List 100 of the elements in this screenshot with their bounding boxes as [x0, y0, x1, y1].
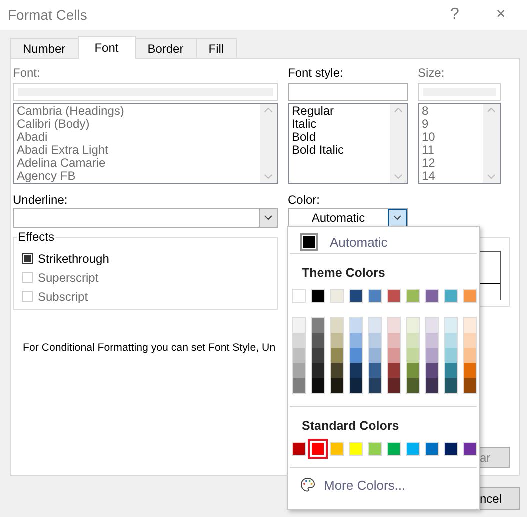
color-swatch[interactable] [350, 378, 362, 393]
color-dropdown[interactable]: Automatic [288, 208, 408, 228]
close-button[interactable]: × [483, 6, 519, 24]
color-swatch[interactable] [464, 348, 476, 363]
color-swatch[interactable] [292, 289, 306, 303]
color-swatch[interactable] [463, 289, 477, 303]
color-swatch[interactable] [369, 318, 381, 333]
color-swatch[interactable] [330, 289, 344, 303]
color-swatch[interactable] [368, 289, 382, 303]
tab[interactable]: Fill [196, 38, 238, 58]
color-swatch[interactable] [387, 289, 401, 303]
color-swatch[interactable] [388, 333, 400, 348]
color-swatch[interactable] [331, 348, 343, 363]
checkbox-label: Subscript [38, 290, 88, 304]
color-swatch[interactable] [444, 442, 458, 456]
color-swatch[interactable] [369, 363, 381, 378]
color-swatch[interactable] [407, 378, 419, 393]
color-swatch[interactable] [350, 348, 362, 363]
color-swatch[interactable] [426, 378, 438, 393]
color-swatch[interactable] [387, 442, 401, 456]
clear-button[interactable]: ar [480, 447, 510, 468]
color-swatch[interactable] [369, 333, 381, 348]
color-swatch[interactable] [293, 333, 305, 348]
color-swatch[interactable] [426, 318, 438, 333]
checkbox-label: Superscript [38, 270, 99, 284]
color-swatch[interactable] [331, 378, 343, 393]
scroll-up-icon [264, 107, 273, 113]
color-swatch[interactable] [407, 333, 419, 348]
checkbox-label: Strikethrough [38, 252, 110, 266]
color-swatch[interactable] [312, 378, 324, 393]
color-swatch[interactable] [312, 348, 324, 363]
color-swatch[interactable] [350, 333, 362, 348]
color-swatch[interactable] [330, 442, 344, 456]
list-item[interactable]: Regular [292, 105, 387, 118]
color-swatch[interactable] [350, 363, 362, 378]
color-swatch[interactable] [406, 442, 420, 456]
chevron-down-icon [264, 215, 273, 221]
tab[interactable]: Font [78, 36, 136, 59]
color-swatch[interactable] [445, 318, 457, 333]
color-swatch[interactable] [369, 378, 381, 393]
color-swatch[interactable] [407, 363, 419, 378]
cancel-button[interactable]: ncel [480, 487, 520, 510]
color-swatch[interactable] [445, 363, 457, 378]
color-swatch[interactable] [388, 348, 400, 363]
color-swatch[interactable] [349, 289, 363, 303]
color-swatch[interactable] [293, 378, 305, 393]
info-text: For Conditional Formatting you can set Font Style, Un [23, 342, 276, 354]
color-swatch[interactable] [464, 363, 476, 378]
scroll-up-icon [394, 107, 403, 113]
list-box[interactable]: Regular Italic Bold Bold Italic [288, 103, 408, 184]
scrollbar[interactable] [390, 104, 407, 183]
color-swatch[interactable] [445, 333, 457, 348]
checkbox[interactable] [22, 253, 33, 264]
text-field[interactable] [288, 83, 408, 101]
color-swatch[interactable] [464, 378, 476, 393]
tab[interactable]: Number [10, 38, 79, 58]
automatic-option[interactable]: Automatic [288, 227, 479, 249]
color-swatch[interactable] [463, 442, 477, 456]
color-swatch[interactable] [312, 363, 324, 378]
color-swatch[interactable] [425, 289, 439, 303]
color-swatch[interactable] [388, 318, 400, 333]
field-label: Font: [13, 66, 42, 81]
color-swatch[interactable] [293, 363, 305, 378]
color-swatch[interactable] [331, 333, 343, 348]
color-swatch[interactable] [445, 378, 457, 393]
scroll-down-icon [394, 174, 403, 180]
list-item[interactable]: Italic [292, 118, 387, 131]
list-item[interactable]: Bold [292, 131, 387, 144]
color-swatch[interactable] [331, 318, 343, 333]
color-swatch[interactable] [426, 333, 438, 348]
more-colors-option[interactable]: More Colors... [288, 468, 479, 493]
color-swatch[interactable] [464, 333, 476, 348]
color-swatch[interactable] [368, 442, 382, 456]
color-swatch[interactable] [426, 363, 438, 378]
color-swatch[interactable] [425, 442, 439, 456]
color-swatch[interactable] [312, 318, 324, 333]
color-swatch[interactable] [311, 289, 325, 303]
color-swatch[interactable] [349, 442, 363, 456]
help-button[interactable]: ? [437, 6, 473, 24]
color-swatch[interactable] [388, 363, 400, 378]
color-swatch[interactable] [426, 348, 438, 363]
color-swatch[interactable] [292, 442, 306, 456]
color-swatch[interactable] [369, 348, 381, 363]
section-title: Theme Colors [302, 266, 386, 280]
color-swatch[interactable] [407, 348, 419, 363]
field-label: Color: [288, 193, 322, 208]
color-swatch[interactable] [464, 318, 476, 333]
color-swatch[interactable] [331, 363, 343, 378]
color-swatch[interactable] [444, 289, 458, 303]
color-swatch[interactable] [445, 348, 457, 363]
color-swatch[interactable] [406, 289, 420, 303]
color-swatch[interactable] [312, 333, 324, 348]
underline-dropdown[interactable] [13, 208, 278, 228]
color-swatch[interactable] [350, 318, 362, 333]
color-swatch[interactable] [293, 318, 305, 333]
color-swatch[interactable] [407, 318, 419, 333]
color-swatch[interactable] [388, 378, 400, 393]
field-label: Size: [418, 66, 446, 81]
color-swatch[interactable] [293, 348, 305, 363]
list-item[interactable]: Bold Italic [292, 144, 387, 157]
